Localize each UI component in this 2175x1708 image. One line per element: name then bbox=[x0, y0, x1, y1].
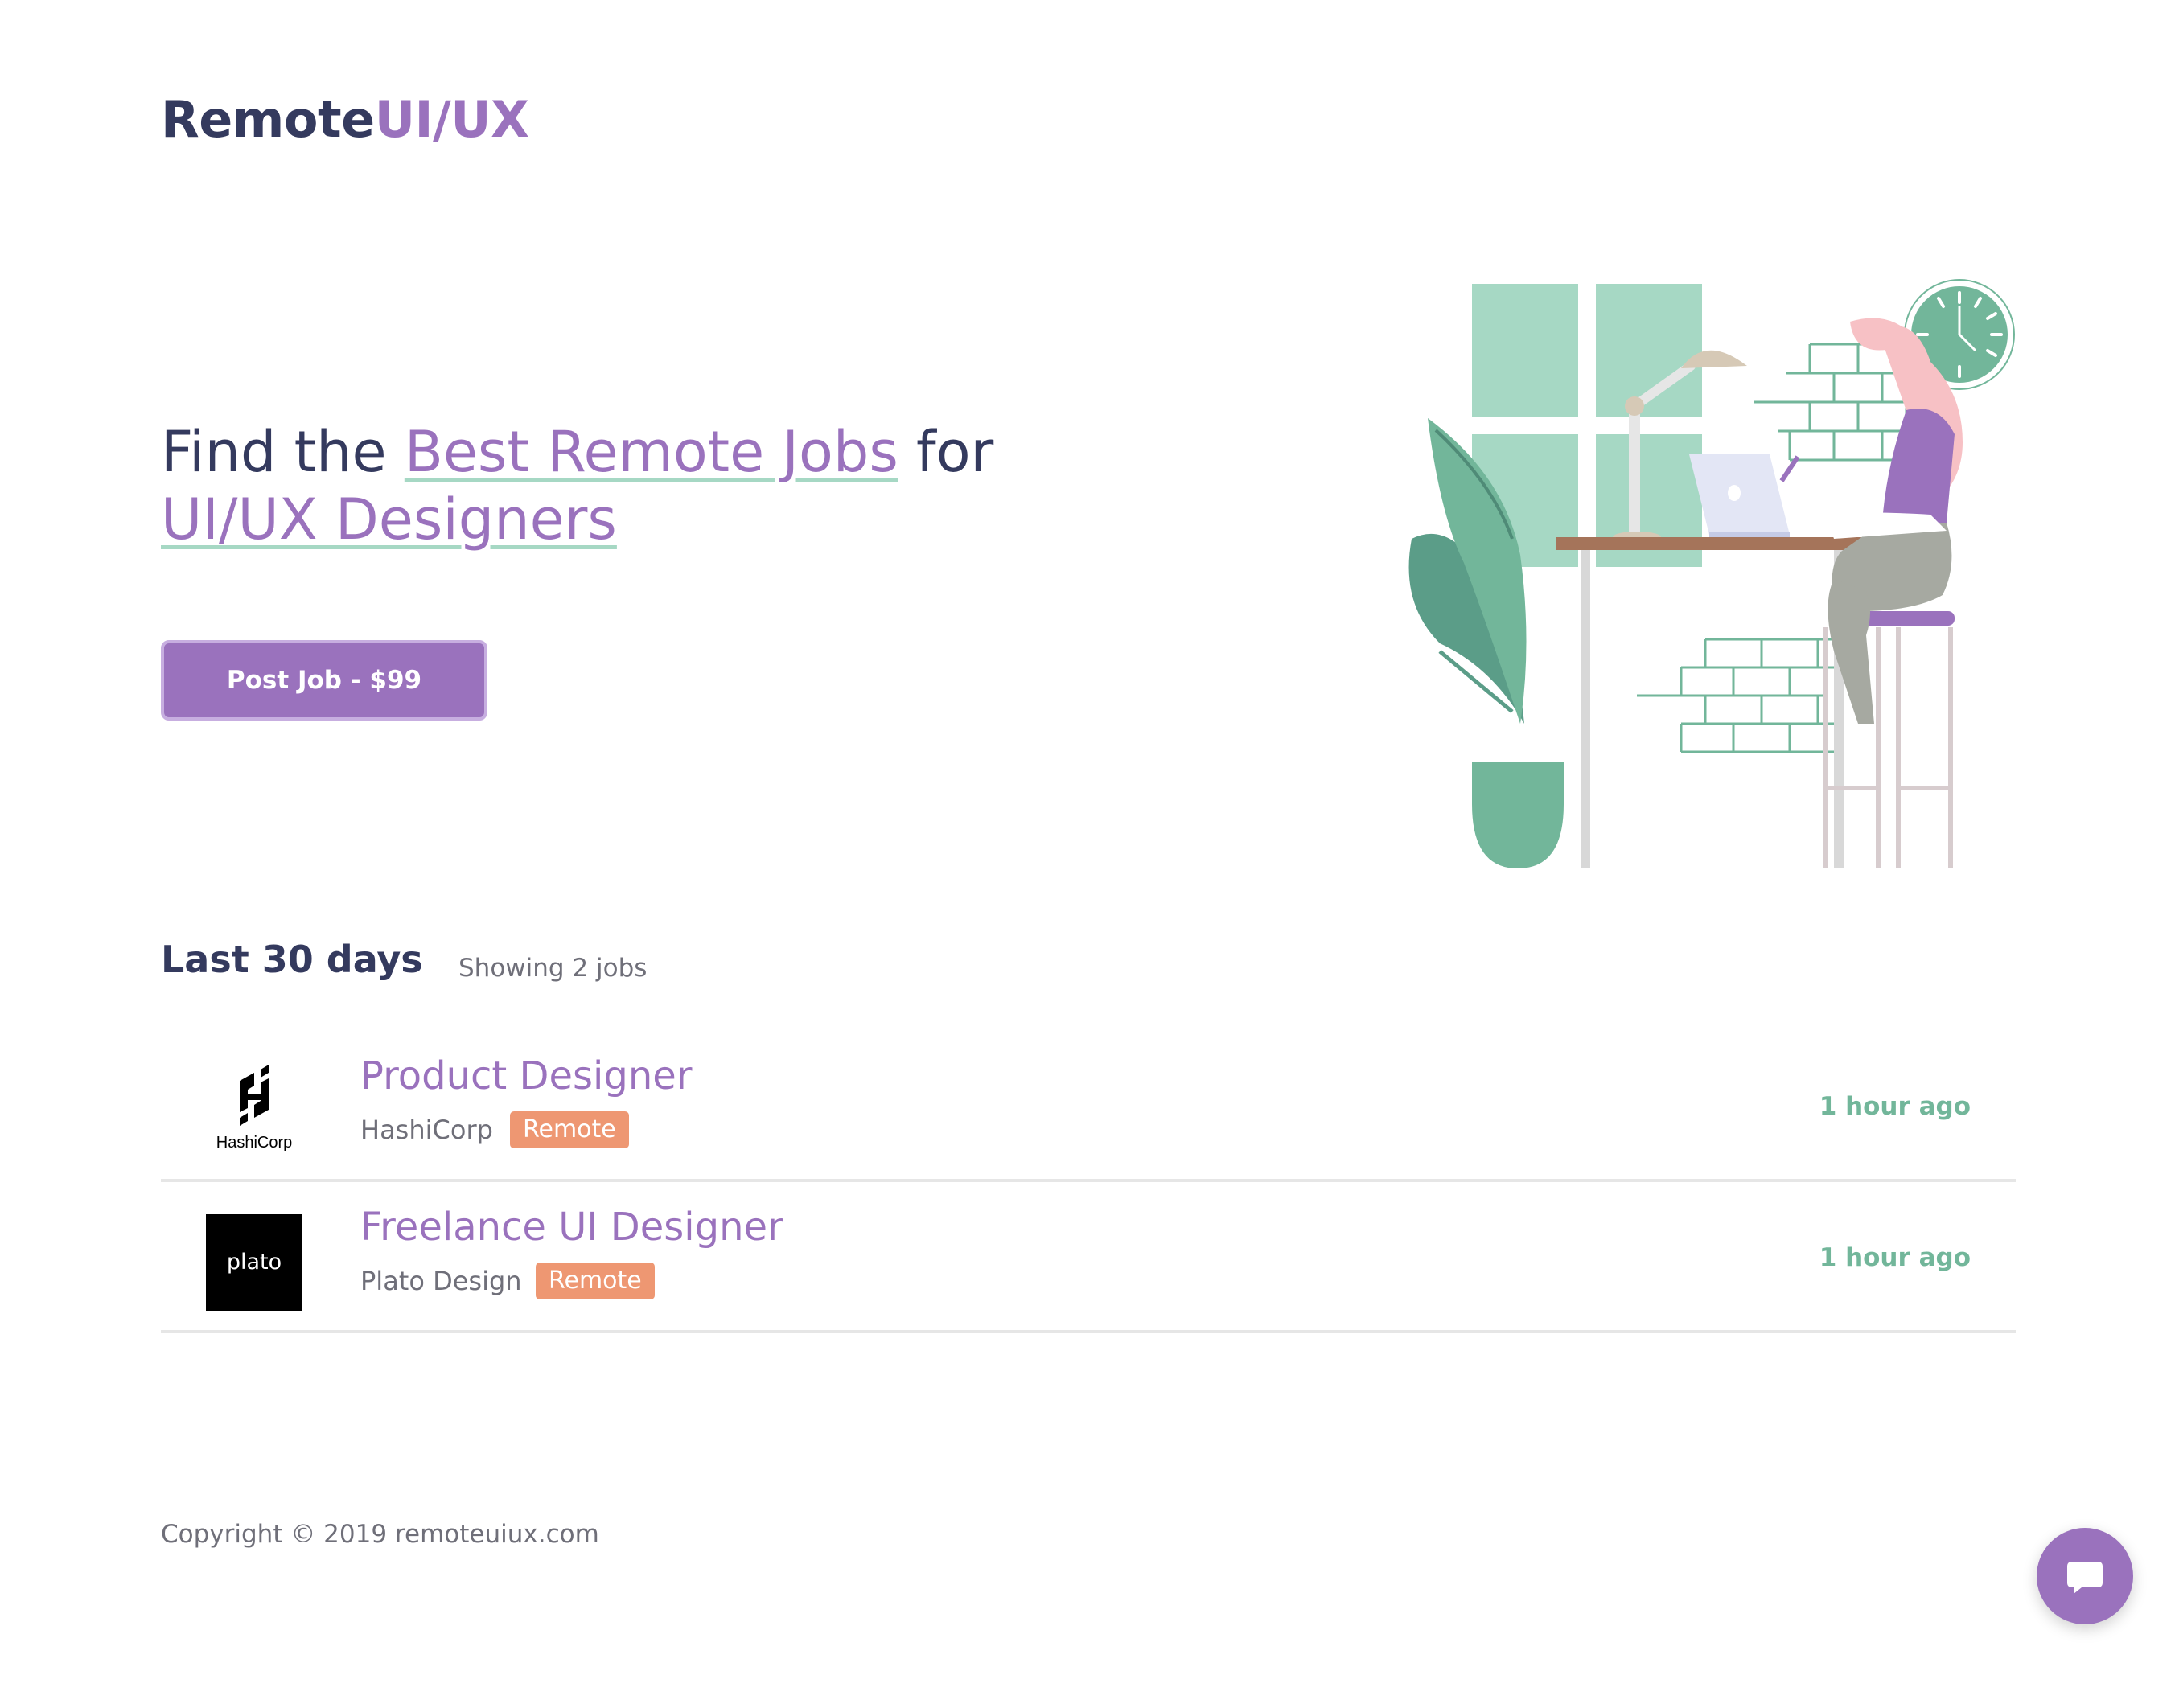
logo-primary: Remote bbox=[161, 90, 375, 149]
company-name: HashiCorp bbox=[360, 1115, 493, 1145]
job-row[interactable]: HashiCorp Product Designer HashiCorp Rem… bbox=[161, 1031, 2016, 1182]
remote-worker-illustration bbox=[1408, 279, 2015, 868]
hashicorp-wordmark: HashiCorp bbox=[216, 1134, 292, 1152]
chat-bubble-icon bbox=[2067, 1562, 2103, 1594]
hashicorp-logo: HashiCorp bbox=[206, 1063, 302, 1160]
logo-accent: UI/UX bbox=[374, 90, 529, 149]
job-title[interactable]: Freelance UI Designer bbox=[360, 1205, 783, 1250]
time-ago: 1 hour ago bbox=[1819, 1092, 1971, 1121]
chat-button[interactable] bbox=[2037, 1528, 2133, 1624]
site-logo[interactable]: RemoteUI/UX bbox=[161, 90, 529, 149]
hero-highlight-designers: UI/UX Designers bbox=[161, 487, 617, 552]
hero-highlight-jobs: Best Remote Jobs bbox=[404, 419, 898, 485]
brick-wall-lower bbox=[1637, 638, 1834, 753]
job-count: Showing 2 jobs bbox=[458, 954, 648, 983]
company-name: Plato Design bbox=[360, 1266, 522, 1296]
remote-tag: Remote bbox=[510, 1111, 629, 1148]
remote-tag: Remote bbox=[536, 1263, 655, 1299]
laptop-icon bbox=[1689, 454, 1790, 537]
section-title: Last 30 days bbox=[161, 938, 423, 981]
hero-heading-part1: Find the bbox=[161, 419, 405, 485]
time-ago: 1 hour ago bbox=[1819, 1243, 1971, 1272]
post-job-button[interactable]: Post Job - $99 bbox=[161, 640, 487, 721]
job-title[interactable]: Product Designer bbox=[360, 1053, 693, 1098]
plato-logo: plato bbox=[206, 1214, 302, 1311]
job-row[interactable]: plato Freelance UI Designer Plato Design… bbox=[161, 1182, 2016, 1333]
hero-heading: Find the Best Remote Jobs for UI/UX Desi… bbox=[161, 418, 1207, 553]
plato-wordmark: plato bbox=[227, 1250, 282, 1275]
woman-figure bbox=[1779, 318, 1963, 724]
footer-copyright: Copyright © 2019 remoteuiux.com bbox=[161, 1520, 599, 1549]
job-list: HashiCorp Product Designer HashiCorp Rem… bbox=[161, 1031, 2016, 1333]
window-pane bbox=[1472, 284, 1578, 417]
hero-heading-part2: for bbox=[898, 419, 994, 485]
